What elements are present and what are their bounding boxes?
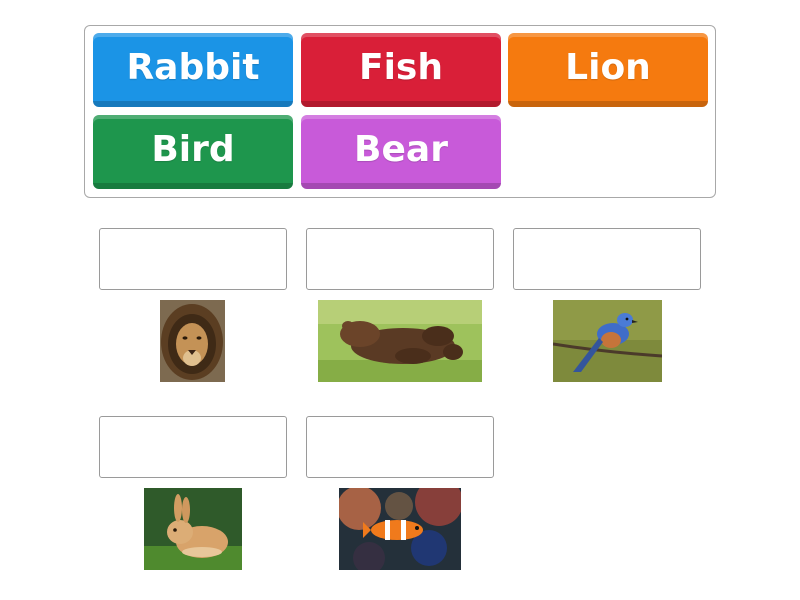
fish-photo (339, 488, 461, 570)
tile-fish[interactable]: Fish (301, 33, 501, 107)
drop-zone-rabbit[interactable] (99, 416, 287, 478)
tile-rabbit[interactable]: Rabbit (93, 33, 293, 107)
drop-zone-lion[interactable] (99, 228, 287, 290)
drop-zone-bear[interactable] (306, 228, 494, 290)
word-bank: Rabbit Fish Lion Bird Bear (84, 25, 716, 198)
lion-photo (160, 300, 225, 382)
bird-photo (553, 300, 662, 382)
tile-bird[interactable]: Bird (93, 115, 293, 189)
tile-lion[interactable]: Lion (508, 33, 708, 107)
bear-photo (318, 300, 482, 382)
rabbit-photo (144, 488, 242, 570)
tile-bear[interactable]: Bear (301, 115, 501, 189)
drop-zone-fish[interactable] (306, 416, 494, 478)
drop-zone-bird[interactable] (513, 228, 701, 290)
